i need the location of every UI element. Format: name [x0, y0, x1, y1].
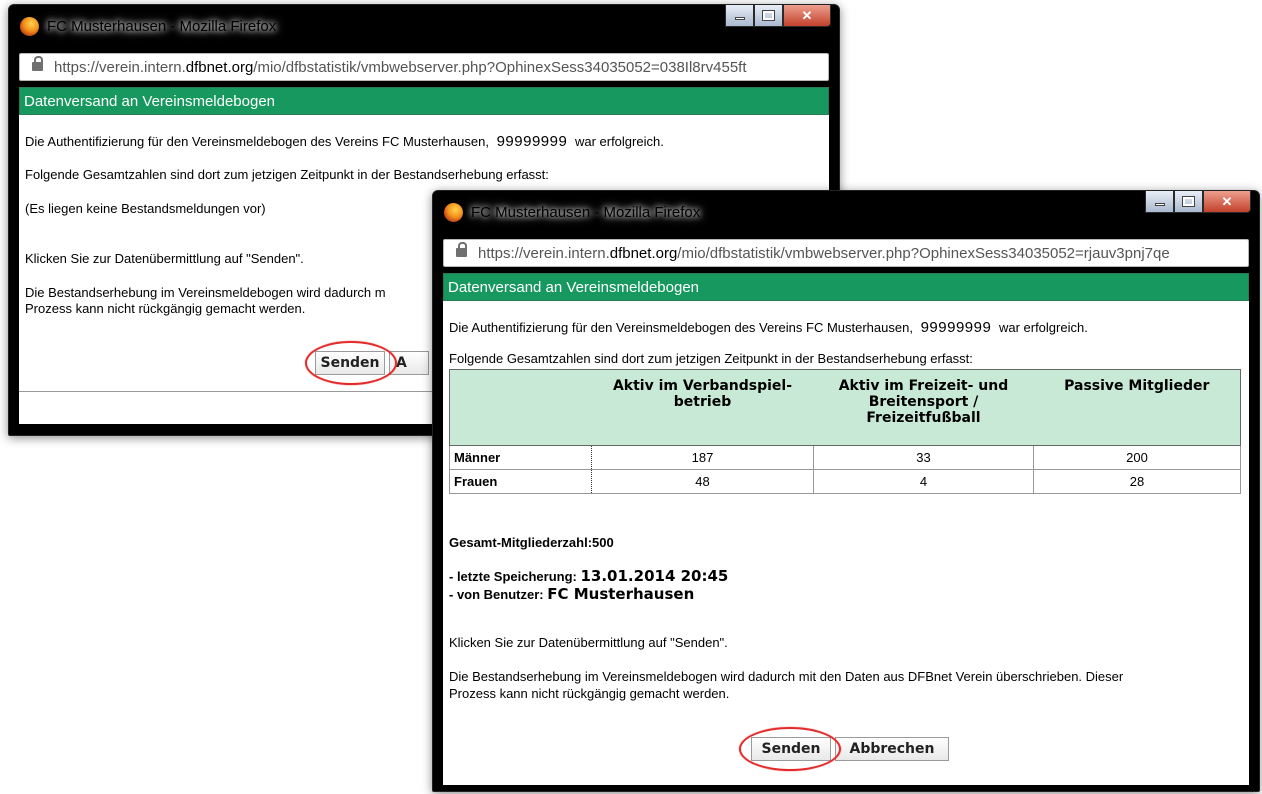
by-user-label: - von Benutzer: [449, 587, 544, 602]
cell-women-leisure: 4 [813, 469, 1034, 494]
window-controls: ✕ [1145, 191, 1251, 213]
close-icon: ✕ [801, 7, 813, 23]
table-header-empty [449, 369, 592, 446]
window-title: FC Musterhausen - Mozilla Firefox [47, 18, 277, 35]
firefox-icon [444, 203, 463, 222]
table-header-passive: Passive Mitglieder [1033, 369, 1241, 446]
table-row: Männer 187 33 200 [449, 445, 1241, 470]
window-controls: ✕ [725, 5, 831, 27]
table-header-leisure: Aktiv im Freizeit- und Breitensport / Fr… [813, 369, 1034, 446]
title-bar[interactable]: FC Musterhausen - Mozilla Firefox ✕ [433, 191, 1259, 235]
minimize-button[interactable] [725, 5, 754, 27]
lock-icon [456, 242, 467, 257]
title-bar[interactable]: FC Musterhausen - Mozilla Firefox ✕ [9, 5, 839, 49]
url-path: /mio/dfbstatistik/vmbwebserver.php?Ophin… [677, 245, 1170, 262]
page-content: Datenversand an Vereinsmeldebogen Die Au… [443, 273, 1249, 785]
auth-message: Die Authentifizierung für den Vereinsmel… [449, 319, 1088, 336]
club-number: 99999999 [496, 133, 568, 150]
totals-text: Folgende Gesamtzahlen sind dort zum jetz… [25, 167, 549, 182]
cell-men-leisure: 33 [813, 445, 1034, 470]
table-header-league: Aktiv im Verbandspiel-betrieb [591, 369, 814, 446]
last-saved: - letzte Speicherung: 13.01.2014 20:45 [449, 567, 728, 585]
minimize-icon [734, 17, 745, 20]
address-bar[interactable]: https://verein.intern.dfbnet.org/mio/dfb… [19, 53, 829, 81]
maximize-icon [1182, 196, 1195, 207]
member-stats-table: Aktiv im Verbandspiel-betrieb Aktiv im F… [449, 369, 1241, 494]
auth-text: Die Authentifizierung für den Vereinsmel… [25, 134, 489, 149]
browser-window-front: FC Musterhausen - Mozilla Firefox ✕ http… [432, 190, 1260, 792]
overwrite-warning-line2: Prozess kann nicht rückgängig gemacht we… [449, 686, 730, 701]
close-icon: ✕ [1221, 193, 1233, 209]
url-prefix: https://verein.intern. [478, 245, 610, 262]
url-prefix: https://verein.intern. [54, 59, 186, 76]
no-entries-text: (Es liegen keine Bestandsmeldungen vor) [25, 201, 266, 216]
totals-text: Folgende Gesamtzahlen sind dort zum jetz… [449, 351, 973, 366]
total-members: Gesamt-Mitgliederzahl:500 [449, 535, 614, 550]
highlight-circle [739, 727, 841, 771]
overwrite-warning-line1: Die Bestandserhebung im Vereinsmeldeboge… [449, 669, 1124, 684]
row-label-women: Frauen [449, 469, 592, 494]
table-row: Frauen 48 4 28 [449, 469, 1241, 494]
auth-success-text: war erfolgreich. [998, 320, 1088, 335]
minimize-button[interactable] [1145, 191, 1174, 213]
url-path: /mio/dfbstatistik/vmbwebserver.php?Ophin… [253, 59, 747, 76]
cell-men-passive: 200 [1033, 445, 1241, 470]
cell-women-passive: 28 [1033, 469, 1241, 494]
cell-men-league: 187 [591, 445, 814, 470]
window-title: FC Musterhausen - Mozilla Firefox [471, 204, 701, 221]
maximize-icon [762, 10, 775, 21]
click-send-text: Klicken Sie zur Datenübermittlung auf "S… [449, 635, 728, 650]
maximize-button[interactable] [1174, 191, 1203, 213]
table-header-row: Aktiv im Verbandspiel-betrieb Aktiv im F… [449, 369, 1241, 446]
overwrite-warning-line1: Die Bestandserhebung im Vereinsmeldeboge… [25, 285, 386, 300]
last-saved-value: 13.01.2014 20:45 [580, 567, 729, 585]
overwrite-warning-line2: Prozess kann nicht rückgängig gemacht we… [25, 301, 306, 316]
cell-women-league: 48 [591, 469, 814, 494]
last-saved-label: - letzte Speicherung: [449, 569, 577, 584]
page-header: Datenversand an Vereinsmeldebogen [443, 273, 1249, 301]
auth-success-text: war erfolgreich. [574, 134, 664, 149]
page-header: Datenversand an Vereinsmeldebogen [19, 87, 829, 115]
highlight-circle [305, 341, 397, 385]
saved-by-user: - von Benutzer: FC Musterhausen [449, 585, 694, 603]
click-send-text: Klicken Sie zur Datenübermittlung auf "S… [25, 251, 304, 266]
address-bar[interactable]: https://verein.intern.dfbnet.org/mio/dfb… [443, 239, 1249, 267]
url-domain: dfbnet.org [609, 245, 678, 262]
auth-text: Die Authentifizierung für den Vereinsmel… [449, 320, 913, 335]
close-button[interactable]: ✕ [1203, 191, 1251, 213]
maximize-button[interactable] [754, 5, 783, 27]
auth-message: Die Authentifizierung für den Vereinsmel… [25, 133, 664, 150]
url-domain: dfbnet.org [185, 59, 254, 76]
close-button[interactable]: ✕ [783, 5, 831, 27]
minimize-icon [1154, 203, 1165, 206]
by-user-value: FC Musterhausen [547, 585, 695, 603]
cancel-button[interactable]: Abbrechen [835, 737, 949, 761]
lock-icon [32, 56, 43, 71]
club-number: 99999999 [920, 319, 992, 336]
row-label-men: Männer [449, 445, 592, 470]
firefox-icon [20, 17, 39, 36]
